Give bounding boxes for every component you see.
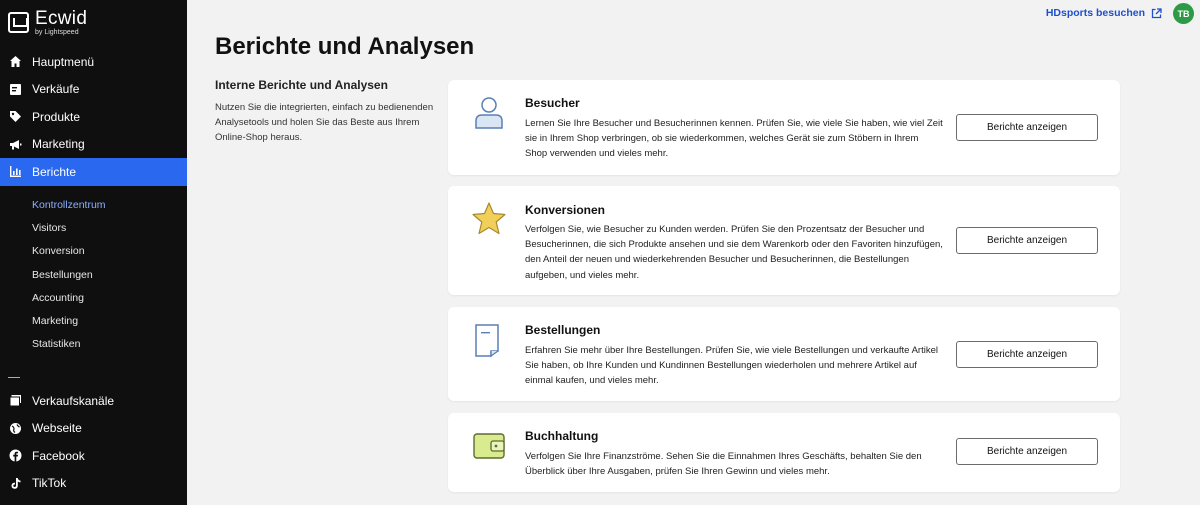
tiktok-icon [9,477,22,490]
card-title: Besucher [525,96,580,110]
nav-label: Berichte [32,164,77,179]
megaphone-icon [9,138,22,151]
nav-item-verkaufe[interactable]: Verkäufe [0,76,187,104]
nav-label: Verkaufskanäle [32,393,115,408]
logo-name: Ecwid [35,7,88,29]
nav-label: Produkte [32,109,81,124]
home-icon [9,55,22,68]
sidebar-divider [8,377,20,378]
nav-label: Hauptmenü [32,54,95,69]
visitor-icon [475,97,503,129]
star-icon [472,202,506,235]
sub-item-kontrollzentrum[interactable]: Kontrollzentrum [0,193,187,216]
nav-label: Facebook [32,448,85,463]
facebook-icon [9,449,22,462]
channels-icon [9,394,22,407]
card-text: Lernen Sie Ihre Besucher und Besucherinn… [525,118,943,160]
sub-item-visitors[interactable]: Visitors [0,216,187,239]
sub-item-accounting[interactable]: Accounting [0,286,187,309]
nav-item-webseite[interactable]: Webseite [0,415,187,443]
card-title: Konversionen [525,203,606,217]
report-card-konversionen: Konversionen Verfolgen Sie, wie Besucher… [448,186,1120,295]
globe-icon [9,422,22,435]
nav-item-tiktok[interactable]: TikTok [0,470,187,498]
sub-item-marketing[interactable]: Marketing [0,309,187,332]
chart-icon [9,165,22,178]
logo-byline: by Lightspeed [35,28,79,36]
show-reports-button-bestellungen[interactable]: Berichte anzeigen [956,341,1098,368]
intro-text: Nutzen Sie die integrierten, einfach zu … [215,102,434,143]
channels-nav: Verkaufskanäle Webseite Facebook TikTok [0,387,187,497]
sub-item-konversion[interactable]: Konversion [0,240,187,263]
reports-sub-nav: Kontrollzentrum Visitors Konversion Best… [0,193,187,356]
show-reports-button-besucher[interactable]: Berichte anzeigen [956,114,1098,141]
nav-item-berichte[interactable]: Berichte [0,158,187,186]
page-title: Berichte und Analysen [215,33,475,60]
card-text: Verfolgen Sie, wie Besucher zu Kunden we… [525,224,943,281]
sub-item-statistiken[interactable]: Statistiken [0,333,187,356]
card-text: Erfahren Sie mehr über Ihre Bestellungen… [525,345,938,387]
sub-item-bestellungen[interactable]: Bestellungen [0,263,187,286]
sales-icon [9,83,22,96]
show-reports-button-buchhaltung[interactable]: Berichte anzeigen [956,438,1098,465]
nav-label: Marketing [32,137,85,152]
nav-item-verkaufskanale[interactable]: Verkaufskanäle [0,387,187,415]
card-title: Bestellungen [525,323,601,337]
card-text: Verfolgen Sie Ihre Finanzströme. Sehen S… [525,451,922,478]
show-reports-button-konversionen[interactable]: Berichte anzeigen [956,227,1098,254]
intro-title: Interne Berichte und Analysen [215,78,388,92]
main-nav: Hauptmenü Verkäufe Produkte Marketing Be… [0,48,187,186]
report-card-bestellungen: Bestellungen Erfahren Sie mehr über Ihre… [448,307,1120,401]
report-card-buchhaltung: Buchhaltung Verfolgen Sie Ihre Finanzstr… [448,413,1120,492]
external-link-icon [1151,7,1162,18]
visit-store-label: HDsports besuchen [1045,7,1145,19]
visit-store-link[interactable]: HDsports besuchen [1046,7,1162,19]
nav-item-facebook[interactable]: Facebook [0,442,187,470]
ecwid-logo[interactable]: Ecwid by Lightspeed [8,8,87,36]
sidebar: Ecwid by Lightspeed Hauptmenü Verkäufe P… [0,0,187,505]
nav-label: Webseite [32,421,82,436]
nav-item-hauptmenu[interactable]: Hauptmenü [0,48,187,76]
receipt-icon [475,324,499,358]
intro-section: Interne Berichte und Analysen Nutzen Sie… [215,78,435,145]
avatar[interactable]: TB [1173,3,1194,24]
nav-item-produkte[interactable]: Produkte [0,103,187,131]
tag-icon [9,110,22,123]
nav-label: Verkäufe [32,82,80,97]
report-card-besucher: Besucher Lernen Sie Ihre Besucher und Be… [448,80,1120,175]
nav-item-marketing[interactable]: Marketing [0,131,187,159]
cart-logo-icon [8,11,29,33]
card-title: Buchhaltung [525,429,599,443]
wallet-icon [473,433,505,459]
nav-label: TikTok [32,476,67,491]
